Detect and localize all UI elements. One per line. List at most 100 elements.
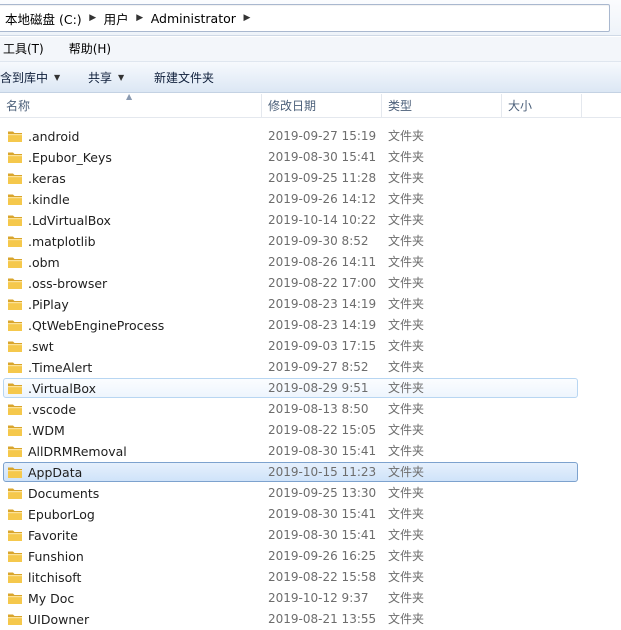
file-name: .WDM (28, 423, 65, 438)
file-name: .PiPlay (28, 297, 69, 312)
breadcrumb-item-users[interactable]: 用户 (100, 7, 133, 29)
include-in-library-button[interactable]: 含到库中 ▼ (0, 65, 86, 89)
file-date: 2019-10-15 11:23 (268, 465, 377, 479)
chevron-right-icon[interactable]: ▶ (133, 13, 147, 23)
file-row[interactable]: .keras 2019-09-25 11:28 文件夹 (0, 168, 621, 189)
folder-icon (8, 551, 22, 562)
file-row[interactable]: Favorite 2019-08-30 15:41 文件夹 (0, 525, 621, 546)
file-date: 2019-09-26 16:25 (268, 549, 377, 563)
file-row[interactable]: Documents 2019-09-25 13:30 文件夹 (0, 483, 621, 504)
folder-icon (8, 299, 22, 310)
file-row[interactable]: Funshion 2019-09-26 16:25 文件夹 (0, 546, 621, 567)
file-list: .android 2019-09-27 15:19 文件夹 .Epubor_Keys 2… (0, 126, 621, 630)
file-date: 2019-08-22 15:05 (268, 423, 377, 437)
breadcrumb-label: Administrator (150, 10, 236, 26)
file-type: 文件夹 (388, 318, 425, 332)
file-row[interactable]: .matplotlib 2019-09-30 8:52 文件夹 (0, 231, 621, 252)
file-row[interactable]: .vscode 2019-08-13 8:50 文件夹 (0, 399, 621, 420)
file-type: 文件夹 (388, 507, 425, 521)
file-row[interactable]: .obm 2019-08-26 14:11 文件夹 (0, 252, 621, 273)
file-row[interactable]: .android 2019-09-27 15:19 文件夹 (0, 126, 621, 147)
file-type: 文件夹 (388, 444, 425, 458)
file-date: 2019-10-14 10:22 (268, 213, 377, 227)
file-row[interactable]: EpuborLog 2019-08-30 15:41 文件夹 (0, 504, 621, 525)
file-name: Funshion (28, 549, 84, 564)
file-type: 文件夹 (388, 150, 425, 164)
column-header-type[interactable]: 类型 (382, 94, 502, 118)
file-date: 2019-08-30 15:41 (268, 507, 377, 521)
folder-icon (8, 152, 22, 163)
new-folder-label: 新建文件夹 (154, 70, 215, 85)
file-name: .Epubor_Keys (28, 150, 112, 165)
file-row[interactable]: .VirtualBox 2019-08-29 9:51 文件夹 (0, 378, 621, 399)
file-type: 文件夹 (388, 339, 425, 353)
file-date: 2019-09-27 15:19 (268, 129, 377, 143)
file-row[interactable]: .TimeAlert 2019-09-27 8:52 文件夹 (0, 357, 621, 378)
file-type: 文件夹 (388, 255, 425, 269)
include-in-library-label: 含到库中 (0, 70, 49, 85)
file-name: .swt (28, 339, 54, 354)
folder-icon (8, 194, 22, 205)
chevron-right-icon[interactable]: ▶ (86, 13, 100, 23)
column-header-name[interactable]: 名称 (0, 94, 262, 118)
file-row[interactable]: .QtWebEngineProcess 2019-08-23 14:19 文件夹 (0, 315, 621, 336)
file-name: .kindle (28, 192, 70, 207)
folder-icon (8, 488, 22, 499)
file-row[interactable]: AllDRMRemoval 2019-08-30 15:41 文件夹 (0, 441, 621, 462)
file-date: 2019-08-26 14:11 (268, 255, 377, 269)
chevron-right-icon[interactable]: ▶ (240, 13, 254, 23)
file-date: 2019-08-22 17:00 (268, 276, 377, 290)
file-row[interactable]: .oss-browser 2019-08-22 17:00 文件夹 (0, 273, 621, 294)
file-row[interactable]: litchisoft 2019-08-22 15:58 文件夹 (0, 567, 621, 588)
file-name: .oss-browser (28, 276, 108, 291)
file-row[interactable]: UIDowner 2019-08-21 13:55 文件夹 (0, 609, 621, 630)
share-label: 共享 (88, 70, 113, 85)
menu-help[interactable]: 帮助(H) (66, 38, 117, 60)
file-type: 文件夹 (388, 486, 425, 500)
file-type: 文件夹 (388, 423, 425, 437)
folder-icon (8, 446, 22, 457)
folder-icon (8, 425, 22, 436)
column-header-size[interactable]: 大小 (502, 94, 582, 118)
breadcrumb-item-administrator[interactable]: Administrator (147, 7, 240, 29)
file-date: 2019-08-21 13:55 (268, 612, 377, 626)
explorer-window: 本地磁盘 (C:) ▶ 用户 ▶ Administrator ▶ 工具(T) 帮… (0, 0, 621, 630)
file-name: .obm (28, 255, 60, 270)
file-date: 2019-09-26 14:12 (268, 192, 377, 206)
file-row[interactable]: .WDM 2019-08-22 15:05 文件夹 (0, 420, 621, 441)
folder-icon (8, 404, 22, 415)
share-button[interactable]: 共享 ▼ (86, 65, 152, 89)
menu-bar: 工具(T) 帮助(H) (0, 37, 621, 62)
file-row[interactable]: My Doc 2019-10-12 9:37 文件夹 (0, 588, 621, 609)
file-name: .QtWebEngineProcess (28, 318, 165, 333)
folder-icon (8, 341, 22, 352)
file-type: 文件夹 (388, 381, 425, 395)
file-name: .android (28, 129, 80, 144)
file-type: 文件夹 (388, 192, 425, 206)
file-row[interactable]: .Epubor_Keys 2019-08-30 15:41 文件夹 (0, 147, 621, 168)
address-bar: 本地磁盘 (C:) ▶ 用户 ▶ Administrator ▶ (0, 0, 621, 36)
column-header-date[interactable]: 修改日期 (262, 94, 382, 118)
file-type: 文件夹 (388, 297, 425, 311)
folder-icon (8, 614, 22, 625)
new-folder-button[interactable]: 新建文件夹 (152, 65, 221, 89)
file-name: Documents (28, 486, 100, 501)
folder-icon (8, 383, 22, 394)
breadcrumb[interactable]: 本地磁盘 (C:) ▶ 用户 ▶ Administrator ▶ (0, 4, 610, 32)
file-name: .vscode (28, 402, 77, 417)
file-name: My Doc (28, 591, 75, 606)
file-row[interactable]: .swt 2019-09-03 17:15 文件夹 (0, 336, 621, 357)
file-row[interactable]: AppData 2019-10-15 11:23 文件夹 (0, 462, 621, 483)
file-name: litchisoft (28, 570, 82, 585)
file-row[interactable]: .kindle 2019-09-26 14:12 文件夹 (0, 189, 621, 210)
file-date: 2019-08-23 14:19 (268, 297, 377, 311)
column-headers: ▲ 名称 修改日期 类型 大小 (0, 92, 621, 118)
file-date: 2019-09-25 13:30 (268, 486, 377, 500)
file-row[interactable]: .LdVirtualBox 2019-10-14 10:22 文件夹 (0, 210, 621, 231)
file-name: .matplotlib (28, 234, 96, 249)
menu-tools[interactable]: 工具(T) (0, 38, 50, 60)
file-date: 2019-08-30 15:41 (268, 444, 377, 458)
breadcrumb-item-drive[interactable]: 本地磁盘 (C:) (1, 7, 86, 29)
file-date: 2019-08-22 15:58 (268, 570, 377, 584)
file-row[interactable]: .PiPlay 2019-08-23 14:19 文件夹 (0, 294, 621, 315)
